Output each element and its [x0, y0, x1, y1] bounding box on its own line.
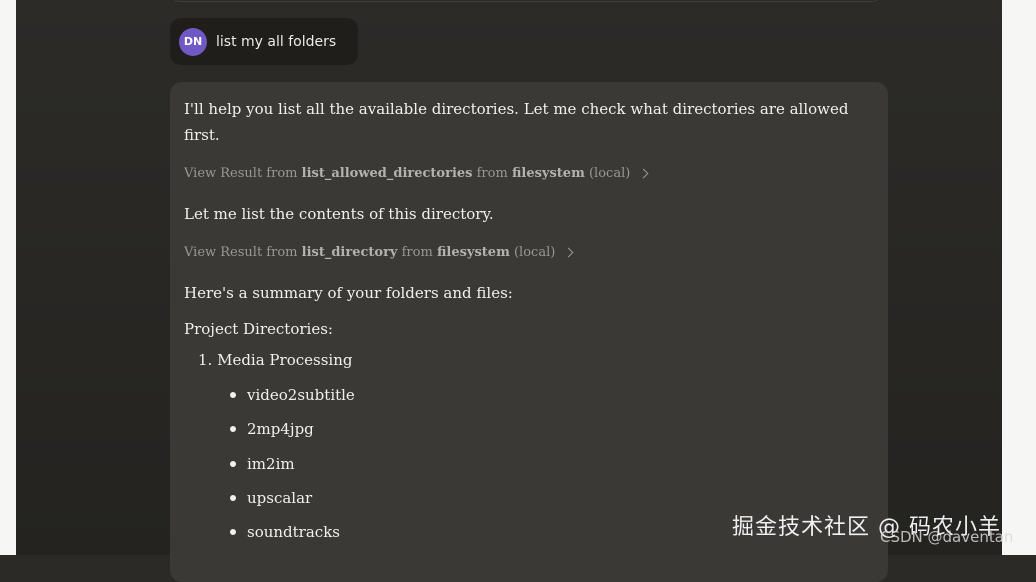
tool-scope: (local) — [588, 166, 631, 181]
list-item-text: im2im — [247, 455, 295, 473]
previous-message-edge — [170, 0, 882, 2]
list-item: upscalar — [230, 489, 312, 507]
bullet-icon — [230, 495, 236, 501]
server-name: filesystem — [436, 245, 510, 260]
list-item-text: video2subtitle — [247, 386, 355, 404]
user-message[interactable]: DN list my all folders — [170, 18, 358, 65]
list-item-text: soundtracks — [247, 523, 340, 541]
assistant-intro-line1: I'll help you list all the available dir… — [184, 100, 849, 118]
chevron-right-icon — [563, 247, 574, 258]
tool-name: list_allowed_directories — [301, 166, 473, 181]
numbered-list-item: 1. Media Processing — [198, 351, 353, 369]
tool-from-label: from — [476, 166, 508, 181]
list-item-text: 2mp4jpg — [247, 420, 314, 438]
assistant-intro-line2: first. — [184, 126, 220, 144]
list-item: im2im — [230, 455, 295, 473]
bullet-icon — [230, 392, 236, 398]
server-name: filesystem — [511, 166, 585, 181]
tool-result-prefix: View Result from — [184, 245, 298, 260]
summary-line: Here's a summary of your folders and fil… — [184, 284, 513, 302]
chevron-right-icon — [638, 168, 649, 179]
tool-from-label: from — [401, 245, 433, 260]
tool-result-list-directory[interactable]: View Result from list_directory from fil… — [184, 245, 574, 260]
right-margin — [1002, 0, 1036, 555]
list-item: 2mp4jpg — [230, 420, 314, 438]
left-margin — [0, 0, 16, 555]
list-item: video2subtitle — [230, 386, 355, 404]
bullet-icon — [230, 529, 236, 535]
bullet-icon — [230, 426, 236, 432]
tool-result-list-allowed-directories[interactable]: View Result from list_allowed_directorie… — [184, 166, 649, 181]
csdn-watermark: CSDN @daventan — [880, 528, 1014, 546]
list-item-text: upscalar — [247, 489, 313, 507]
assistant-line-2: Let me list the contents of this directo… — [184, 205, 494, 223]
bullet-icon — [230, 461, 236, 467]
user-avatar: DN — [179, 27, 207, 56]
tool-result-prefix: View Result from — [184, 166, 298, 181]
assistant-intro: I'll help you list all the available dir… — [184, 96, 849, 148]
tool-scope: (local) — [513, 245, 556, 260]
list-item: soundtracks — [230, 523, 340, 541]
section-title: Project Directories: — [184, 320, 333, 338]
tool-name: list_directory — [301, 245, 398, 260]
user-message-text: list my all folders — [216, 33, 337, 50]
